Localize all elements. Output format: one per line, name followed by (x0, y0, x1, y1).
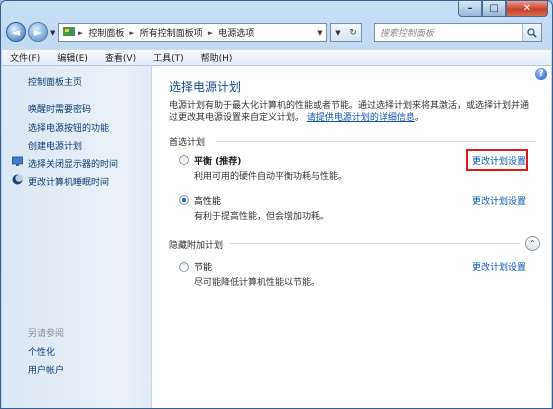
moon-icon (12, 174, 23, 185)
control-panel-window: – □ ✕ ◄ ► ▼ ► 控制面板 ► 所有控制面板项 ► 电源选项 ▼ ▼ … (0, 0, 553, 409)
plan-high-performance-settings-link[interactable]: 更改计划设置 (472, 194, 526, 207)
forward-arrow-icon: ► (33, 25, 43, 39)
collapse-chevron-up-icon[interactable]: ⌃ (525, 236, 540, 251)
plan-details-link[interactable]: 请提供电源计划的详细信息 (307, 113, 415, 123)
control-panel-home-link[interactable]: 控制面板主页 (28, 75, 82, 88)
menu-view[interactable]: 查看(V) (105, 51, 136, 64)
close-button[interactable]: ✕ (506, 1, 548, 17)
sidebar-item-sleep-time[interactable]: 更改计算机睡眠时间 (28, 175, 109, 188)
maximize-button[interactable]: □ (482, 1, 506, 17)
plan-power-saver-desc: 尽可能降低计算机性能以节能。 (194, 278, 321, 288)
address-bar[interactable]: ► 控制面板 ► 所有控制面板项 ► 电源选项 ▼ (58, 23, 327, 42)
see-also-user-accounts[interactable]: 用户帐户 (28, 363, 64, 376)
sidebar-item-power-buttons[interactable]: 选择电源按钮的功能 (28, 121, 109, 134)
plan-power-saver-radio[interactable] (179, 262, 189, 272)
breadcrumb-separator-icon: ► (78, 28, 84, 37)
plan-balanced-name[interactable]: 平衡 (推荐) (194, 154, 241, 167)
breadcrumb-separator-icon: ► (207, 28, 214, 37)
section-divider (216, 141, 536, 142)
plan-balanced-radio[interactable] (179, 155, 189, 165)
plan-balanced-desc: 利用可用的硬件自动平衡功耗与性能。 (194, 172, 348, 182)
search-icon[interactable] (522, 24, 541, 41)
back-button[interactable]: ◄ (6, 22, 26, 42)
sidebar-item-display-off[interactable]: 选择关闭显示器的时间 (28, 157, 118, 170)
help-icon[interactable]: ? (535, 68, 547, 80)
history-dropdown-icon[interactable]: ▼ (335, 29, 340, 37)
highlight-box (466, 149, 528, 171)
main-pane: ? 选择电源计划 电源计划有助于最大化计算机的性能或者节能。通过选择计划来将其激… (152, 66, 551, 408)
breadcrumb-all-items[interactable]: 所有控制面板项 (137, 26, 206, 39)
plan-high-performance-name[interactable]: 高性能 (194, 194, 221, 207)
menu-tools[interactable]: 工具(T) (153, 51, 184, 64)
menu-help[interactable]: 帮助(H) (201, 51, 233, 64)
menu-file[interactable]: 文件(F) (10, 51, 40, 64)
section-divider (230, 243, 520, 244)
page-title: 选择电源计划 (169, 80, 242, 94)
search-input[interactable]: 搜索控制面板 (374, 23, 542, 42)
refresh-group: ▼ ↻ (330, 23, 362, 42)
sidebar-item-wake-password[interactable]: 唤醒时需要密码 (28, 102, 91, 115)
breadcrumb-power-options[interactable]: 电源选项 (215, 26, 257, 39)
address-row: ◄ ► ▼ ► 控制面板 ► 所有控制面板项 ► 电源选项 ▼ ▼ ↻ 搜索控制… (1, 21, 552, 47)
search-placeholder: 搜索控制面板 (380, 29, 435, 39)
refresh-icon[interactable]: ↻ (349, 28, 357, 38)
see-also-personalization[interactable]: 个性化 (28, 345, 55, 358)
sidebar-item-create-plan[interactable]: 创建电源计划 (28, 139, 82, 152)
breadcrumb-separator-icon: ► (129, 28, 135, 37)
menu-edit[interactable]: 编辑(E) (57, 51, 88, 64)
page-description: 电源计划有助于最大化计算机的性能或者节能。通过选择计划来将其激活，或选择计划并通… (169, 101, 530, 123)
hidden-plans-label[interactable]: 隐藏附加计划 (169, 238, 223, 251)
caption-buttons: – □ ✕ (458, 1, 548, 17)
recent-pages-dropdown[interactable]: ▼ (50, 29, 55, 37)
plan-power-saver-settings-link[interactable]: 更改计划设置 (472, 260, 526, 273)
plan-high-performance-radio[interactable] (179, 195, 189, 205)
back-arrow-icon: ◄ (11, 25, 21, 39)
menu-bar: 文件(F) 编辑(E) 查看(V) 工具(T) 帮助(H) (2, 49, 551, 66)
forward-button[interactable]: ► (28, 22, 48, 42)
control-panel-icon (62, 25, 76, 40)
breadcrumb-control-panel[interactable]: 控制面板 (85, 26, 127, 39)
left-pane: 控制面板主页 唤醒时需要密码 选择电源按钮的功能 创建电源计划 选择关闭显示器的… (2, 66, 152, 408)
plan-high-performance-desc: 有利于提高性能，但会增加功耗。 (194, 212, 330, 222)
minimize-button[interactable]: – (458, 1, 482, 17)
monitor-icon (12, 156, 23, 167)
content-area: 控制面板主页 唤醒时需要密码 选择电源按钮的功能 创建电源计划 选择关闭显示器的… (2, 66, 551, 408)
plan-power-saver-name[interactable]: 节能 (194, 260, 212, 273)
preferred-plans-label: 首选计划 (169, 138, 206, 148)
see-also-label: 另请参阅 (28, 329, 65, 339)
address-dropdown-icon[interactable]: ▼ (314, 29, 326, 37)
